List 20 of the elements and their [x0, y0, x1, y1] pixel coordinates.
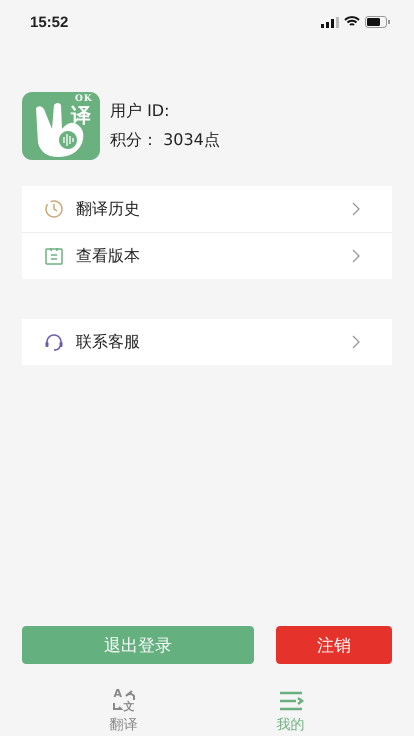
chevron-icon	[352, 335, 360, 349]
user-id-label: 用户 ID:	[110, 101, 171, 122]
delete-account-button[interactable]: 注销	[276, 626, 392, 664]
tab-item[interactable]: 我的	[260, 688, 320, 734]
clock-icon	[44, 199, 64, 219]
points-text: 积分： 3034点	[110, 130, 220, 151]
battery-icon	[365, 16, 390, 28]
app-logo: OK 译	[22, 92, 100, 160]
chevron-icon	[352, 202, 360, 216]
signal-icon	[321, 16, 339, 28]
menu-item[interactable]: 查看版本	[22, 232, 392, 279]
tab-item[interactable]: A 文 翻译	[94, 688, 154, 734]
chevron-icon	[352, 249, 360, 263]
note-icon	[44, 246, 64, 266]
menu-item[interactable]: 翻译历史	[22, 186, 392, 232]
headset-icon	[44, 332, 64, 352]
menu-item[interactable]: 联系客服	[22, 319, 392, 365]
status-time: 15:52	[30, 14, 68, 30]
wifi-icon	[344, 16, 360, 28]
logout-button[interactable]: 退出登录	[22, 626, 254, 664]
